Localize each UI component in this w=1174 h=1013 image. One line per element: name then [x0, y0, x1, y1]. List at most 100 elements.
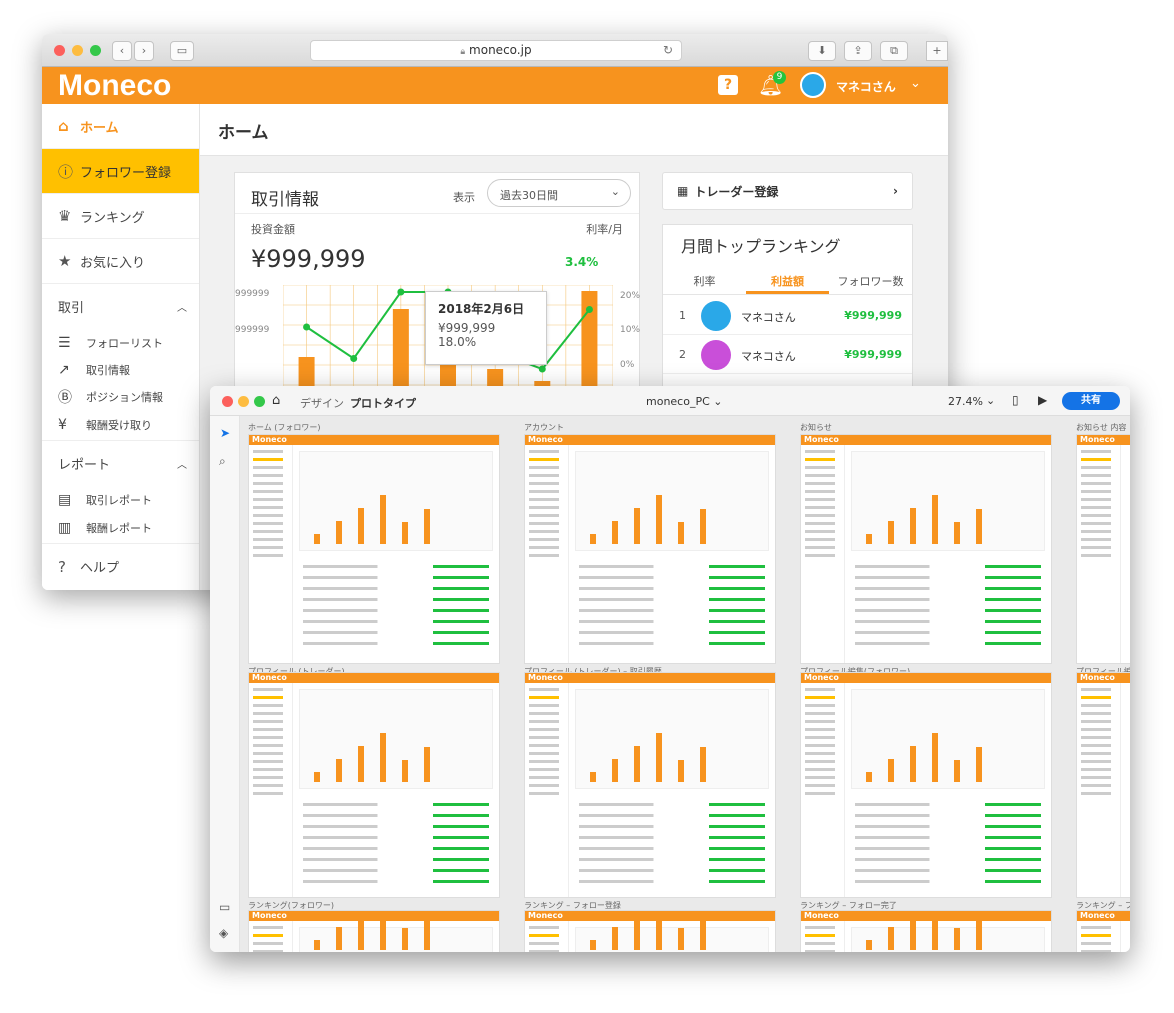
thumbnail-line [253, 530, 283, 533]
user-name[interactable]: マネコさん [836, 78, 896, 95]
thumbnail-line [1081, 720, 1111, 723]
select-tool-icon[interactable]: ➤ [220, 426, 230, 440]
artboard-thumbnail[interactable]: Moneco [524, 672, 776, 898]
rate-point[interactable] [303, 323, 311, 331]
ranking-row[interactable]: 2 マネコさん ¥999,999 [663, 336, 912, 374]
artboard-thumbnail[interactable]: Moneco [1076, 672, 1130, 898]
tab-prototype[interactable]: プロトタイプ [350, 395, 416, 411]
thumbnail-bar [612, 759, 618, 782]
zoom-window-button[interactable] [254, 396, 265, 407]
artboard-thumbnail[interactable]: Moneco [800, 672, 1052, 898]
sidebar-item-help[interactable]: ? ヘルプ [42, 544, 199, 589]
layers-icon[interactable]: ◈ [219, 926, 228, 940]
artboard-thumbnail[interactable]: Moneco [524, 434, 776, 664]
artboard-thumbnail[interactable]: Moneco [800, 434, 1052, 664]
notification-count-badge: 9 [773, 71, 786, 84]
trader-register-label: トレーダー登録 [694, 184, 779, 199]
thumbnail-line [253, 696, 283, 699]
avatar [701, 301, 731, 331]
forward-button[interactable]: › [134, 41, 154, 61]
zoom-level[interactable]: 27.4% [948, 395, 983, 408]
sidebar-item-ranking[interactable]: ♛ ランキング [42, 194, 199, 239]
sidebar-item-follow-list[interactable]: ☰ フォローリスト [42, 329, 199, 356]
avatar[interactable] [800, 72, 826, 98]
artboard-label[interactable]: お知らせ [800, 422, 832, 433]
sidebar-item-reward-receive[interactable]: ¥ 報酬受け取り [42, 410, 199, 441]
close-window-button[interactable] [222, 396, 233, 407]
minimize-window-button[interactable] [238, 396, 249, 407]
thumbnail-bar [314, 940, 320, 950]
tab-profit[interactable]: 利益額 [746, 267, 829, 294]
tab-rate[interactable]: 利率 [663, 267, 746, 294]
sidebar-item-follower-register[interactable]: ⓘ フォロワー登録 [42, 149, 199, 194]
thumbnail-bar [590, 772, 596, 782]
sidebar-item-trade-report[interactable]: ▤ 取引レポート [42, 486, 199, 513]
trader-register-button[interactable]: ▦ トレーダー登録 › [662, 172, 913, 210]
sidebar-section-report[interactable]: レポート ︿ [42, 441, 199, 486]
artboard-label[interactable]: アカウント [524, 422, 564, 433]
chart-tooltip: 2018年2月6日 ¥999,999 18.0% [425, 291, 547, 365]
new-tab-button[interactable]: + [926, 41, 948, 61]
artboard-thumbnail[interactable]: Moneco [248, 672, 500, 898]
thumbnail-row [303, 858, 489, 861]
thumbnail-line [253, 538, 283, 541]
minimize-window-button[interactable] [72, 45, 83, 56]
zoom-window-button[interactable] [90, 45, 101, 56]
tab-design[interactable]: デザイン [300, 395, 344, 411]
close-window-button[interactable] [54, 45, 65, 56]
artboard-label[interactable]: お知らせ 内容 [1076, 422, 1126, 433]
thumbnail-line [253, 950, 283, 952]
thumbnail-header: Moneco [525, 673, 775, 683]
rate-point[interactable] [350, 355, 358, 362]
artboard-label[interactable]: ホーム (フォロワー) [248, 422, 321, 433]
ranking-row[interactable]: 1 マネコさん ¥999,999 [663, 297, 912, 335]
rate-point[interactable] [585, 306, 593, 313]
reload-icon[interactable]: ↻ [663, 41, 673, 60]
sidebar-item-position-info[interactable]: Ⓑ ポジション情報 [42, 383, 199, 410]
artboard-thumbnail[interactable]: Moneco [524, 910, 776, 952]
rate-point[interactable] [538, 365, 546, 373]
download-icon[interactable]: ⬇ [808, 41, 836, 61]
thumbnail-line [253, 768, 283, 771]
moneco-logo[interactable]: Moneco [58, 69, 171, 103]
share-button[interactable]: 共有 [1062, 392, 1120, 410]
back-button[interactable]: ‹ [112, 41, 132, 61]
investment-label: 投資金額 [251, 223, 295, 236]
sidebar-item-favorites[interactable]: ★ お気に入り [42, 239, 199, 284]
play-icon[interactable]: ▶ [1038, 393, 1047, 407]
help-question-icon[interactable]: ? [718, 75, 738, 95]
rate-point[interactable] [397, 288, 405, 296]
thumbnail-line [529, 752, 559, 755]
sidebar-item-trade-info[interactable]: ↗ 取引情報 [42, 356, 199, 383]
address-bar[interactable]: 🔒︎ moneco.jp ↻ [310, 40, 682, 61]
artboard-thumbnail[interactable]: Moneco [800, 910, 1052, 952]
share-icon[interactable]: ⇪ [844, 41, 872, 61]
period-select[interactable]: 過去30日間 ⌄ [487, 179, 631, 207]
thumbnail-line [253, 474, 283, 477]
zoom-tool-icon[interactable]: ⌕ [219, 454, 226, 469]
artboard-thumbnail[interactable]: Moneco [248, 434, 500, 664]
artboard-thumbnail[interactable]: Moneco [1076, 434, 1130, 664]
thumbnail-bar [336, 927, 342, 950]
document-icon: ▤ [58, 491, 72, 508]
tab-followers[interactable]: フォロワー数 [829, 267, 912, 294]
tabs-icon[interactable]: ⧉ [880, 41, 908, 61]
device-preview-icon[interactable]: ▯ [1012, 393, 1019, 407]
home-icon[interactable]: ⌂ [272, 393, 280, 408]
thumbnail-line [805, 498, 835, 501]
chevron-down-icon[interactable]: ⌄ [910, 76, 921, 91]
sidebar-item-reward-report[interactable]: ▥ 報酬レポート [42, 513, 199, 544]
document-title[interactable]: moneco_PC ⌄ [646, 395, 723, 408]
sidebar-toggle-icon[interactable]: ▭ [170, 41, 194, 61]
thumbnail-line [529, 720, 559, 723]
artboard-thumbnail[interactable]: Moneco [1076, 910, 1130, 952]
sidebar-item-home[interactable]: ⌂ ホーム [42, 104, 199, 149]
thumbnail-line [529, 522, 559, 525]
artboard-thumbnail[interactable]: Moneco [248, 910, 500, 952]
sidebar-section-trade[interactable]: 取引 ︿ [42, 284, 199, 329]
period-select-value: 過去30日間 [500, 189, 558, 202]
list-icon: ☰ [58, 334, 71, 351]
thumbnail-bar [888, 759, 894, 782]
assets-icon[interactable]: ▭ [219, 900, 230, 914]
chevron-down-icon[interactable]: ⌄ [986, 394, 995, 407]
